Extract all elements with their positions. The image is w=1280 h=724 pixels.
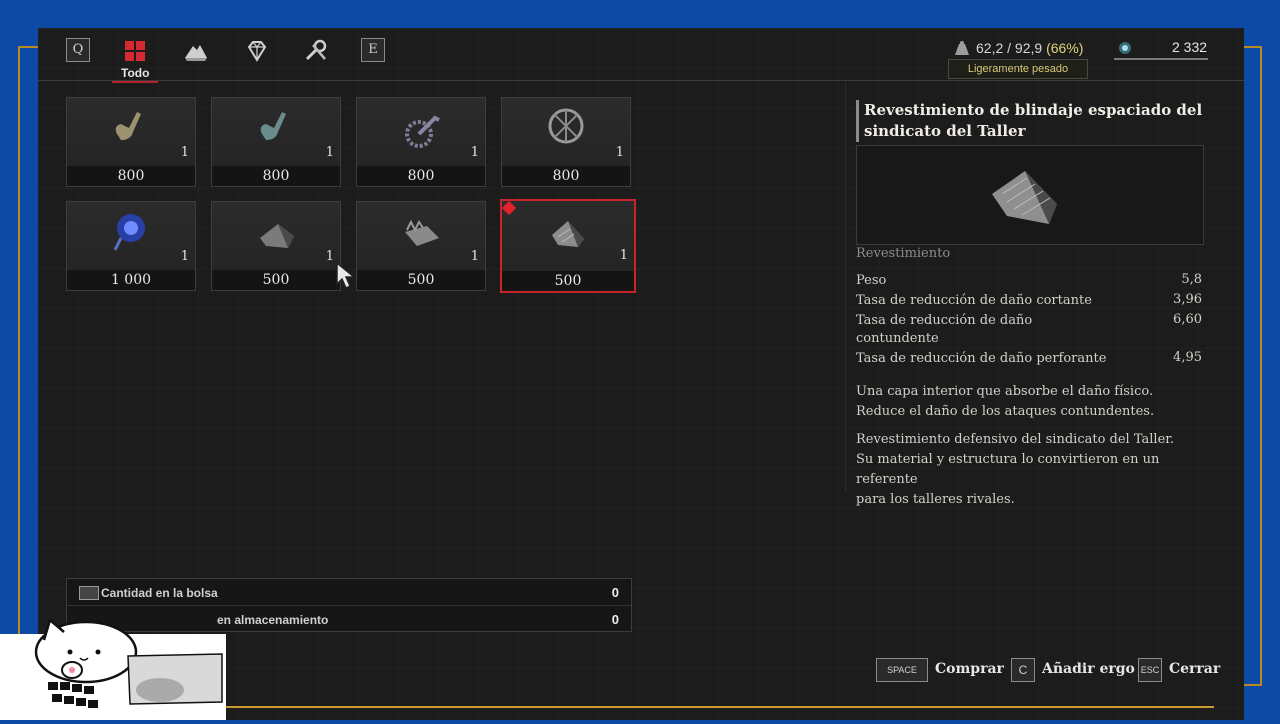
item-quantity: 1 bbox=[615, 145, 624, 160]
bag-quantity-label: Cantidad en la bolsa bbox=[101, 586, 218, 600]
all-icon[interactable] bbox=[124, 40, 148, 64]
mouse-cursor-icon bbox=[336, 261, 358, 294]
ergo-underline bbox=[1114, 58, 1208, 60]
stat-name: Tasa de reducción de daño perforante bbox=[856, 351, 1107, 366]
item-description-lore: Revestimiento defensivo del sindicato de… bbox=[856, 430, 1206, 510]
stat-value: 5,8 bbox=[1181, 272, 1202, 287]
gear-crank-icon bbox=[397, 104, 447, 150]
bag-quantity-value: 0 bbox=[611, 585, 619, 600]
shop-item-slot[interactable]: 1 1 000 bbox=[66, 201, 196, 291]
detail-divider bbox=[845, 82, 846, 492]
item-quantity: 1 bbox=[470, 145, 479, 160]
shop-item-slot[interactable]: 1 500 bbox=[211, 201, 341, 291]
detail-title-bar bbox=[856, 100, 859, 142]
weight-readout: 62,2 / 92,9 (66%) bbox=[976, 40, 1083, 56]
shop-item-slot[interactable]: 1 800 bbox=[356, 97, 486, 187]
item-price: 500 bbox=[357, 270, 485, 290]
stat-name: Peso bbox=[856, 273, 887, 288]
add-ergo-key[interactable]: C bbox=[1011, 658, 1035, 682]
weight-icon bbox=[954, 40, 970, 60]
next-tab-key[interactable]: E bbox=[361, 38, 385, 62]
stat-value: 6,60 bbox=[1173, 312, 1202, 327]
blue-orb-icon bbox=[107, 208, 157, 254]
item-category: Revestimiento bbox=[856, 246, 951, 261]
active-tab-underline bbox=[112, 81, 158, 83]
desc-line: Reduce el daño de los ataques contundent… bbox=[856, 404, 1155, 419]
desc-line: para los talleres rivales. bbox=[856, 492, 1015, 507]
plate-spiked-icon bbox=[397, 208, 447, 254]
item-price: 1 000 bbox=[67, 270, 195, 290]
crank-icon bbox=[107, 104, 157, 150]
buy-button[interactable]: Comprar bbox=[935, 661, 1004, 677]
cat-keyboard-sticker bbox=[0, 612, 226, 720]
item-price: 800 bbox=[67, 166, 195, 186]
item-quantity: 1 bbox=[325, 145, 334, 160]
shop-item-slot[interactable]: 1 800 bbox=[66, 97, 196, 187]
stat-value: 3,96 bbox=[1173, 292, 1202, 307]
bag-quantity-row: Cantidad en la bolsa 0 bbox=[67, 579, 631, 605]
stat-name: Tasa de reducción de daño cortante bbox=[856, 293, 1092, 308]
detail-title: Revestimiento de blindaje espaciado del … bbox=[864, 101, 1203, 140]
weight-percent: (66%) bbox=[1046, 40, 1084, 56]
new-item-marker-icon bbox=[501, 200, 517, 216]
close-key[interactable]: ESC bbox=[1138, 658, 1162, 682]
item-price: 800 bbox=[502, 166, 630, 186]
plate-icon bbox=[252, 208, 302, 254]
item-price: 500 bbox=[502, 271, 634, 291]
desc-line: Una capa interior que absorbe el daño fí… bbox=[856, 384, 1154, 399]
bag-icon bbox=[79, 586, 99, 600]
desc-line: Su material y estructura lo convirtieron… bbox=[856, 452, 1160, 487]
tools-icon[interactable] bbox=[303, 39, 327, 63]
ergo-icon bbox=[1118, 40, 1132, 59]
tab-all-label[interactable]: Todo bbox=[121, 66, 149, 80]
gem-icon[interactable] bbox=[245, 40, 269, 64]
item-quantity: 1 bbox=[619, 248, 628, 263]
shop-item-slot[interactable]: 1 500 bbox=[356, 201, 486, 291]
item-description-effect: Una capa interior que absorbe el daño fí… bbox=[856, 382, 1206, 422]
weight-status-badge: Ligeramente pesado bbox=[948, 59, 1088, 79]
prev-tab-key[interactable]: Q bbox=[66, 38, 90, 62]
buy-key[interactable]: SPACE bbox=[876, 658, 928, 682]
add-ergo-button[interactable]: Añadir ergo bbox=[1042, 661, 1135, 677]
storage-quantity-label: en almacenamiento bbox=[217, 613, 329, 627]
item-quantity: 1 bbox=[325, 249, 334, 264]
item-price: 800 bbox=[357, 166, 485, 186]
crank-teal-icon bbox=[252, 104, 302, 150]
header-divider bbox=[38, 80, 1244, 81]
shop-item-slot[interactable]: 1 800 bbox=[501, 97, 631, 187]
wheel-icon bbox=[542, 104, 592, 150]
stat-value: 4,95 bbox=[1173, 350, 1202, 365]
weight-value: 62,2 / 92,9 bbox=[976, 40, 1043, 56]
item-quantity: 1 bbox=[180, 249, 189, 264]
item-quantity: 1 bbox=[180, 145, 189, 160]
mound-icon[interactable] bbox=[183, 40, 207, 64]
storage-quantity-value: 0 bbox=[611, 612, 619, 627]
shop-item-slot[interactable]: 1 500 bbox=[500, 199, 636, 293]
stat-weight: Peso 5,8 bbox=[856, 272, 1202, 290]
stat-slash-reduction: Tasa de reducción de daño cortante 3,96 bbox=[856, 292, 1202, 310]
shop-item-slot[interactable]: 1 800 bbox=[211, 97, 341, 187]
plate-preview-icon bbox=[992, 171, 1057, 224]
stat-blunt-reduction: Tasa de reducción de daño contundente 6,… bbox=[856, 312, 1202, 348]
plate-spaced-icon bbox=[542, 207, 592, 253]
item-price: 500 bbox=[212, 270, 340, 290]
stat-name: Tasa de reducción de daño contundente bbox=[856, 313, 1033, 346]
item-price: 800 bbox=[212, 166, 340, 186]
ergo-amount: 2 332 bbox=[1172, 39, 1208, 55]
stat-pierce-reduction: Tasa de reducción de daño perforante 4,9… bbox=[856, 350, 1202, 368]
item-quantity: 1 bbox=[470, 249, 479, 264]
desc-line: Revestimiento defensivo del sindicato de… bbox=[856, 432, 1175, 447]
close-button[interactable]: Cerrar bbox=[1169, 661, 1220, 677]
item-preview bbox=[856, 145, 1204, 245]
